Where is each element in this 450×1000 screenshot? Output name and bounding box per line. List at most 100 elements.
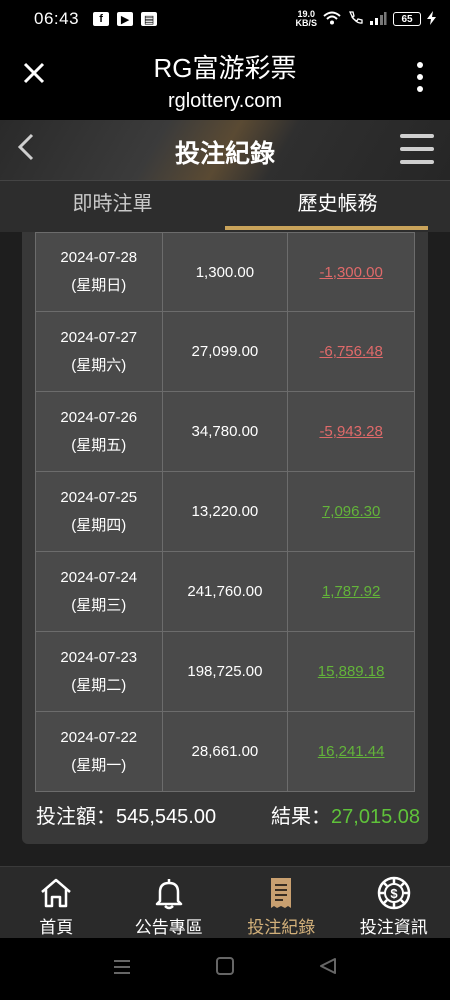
record-result-link[interactable]: 16,241.44 [318, 743, 385, 760]
nav-bet-info[interactable]: $ 投注資訊 [338, 867, 450, 938]
home-system-button[interactable] [215, 956, 235, 982]
kebab-dot [417, 62, 423, 68]
back-system-button[interactable] [318, 956, 338, 982]
network-speed: 19.0 KB/S [295, 10, 317, 28]
table-row: 2024-07-27 (星期六) 27,099.00 -6,756.48 [35, 311, 415, 392]
bell-icon [155, 879, 182, 910]
bet-total-value: 545,545.00 [116, 806, 217, 828]
record-date: 2024-07-28 [60, 249, 138, 266]
record-weekday: (星期二) [71, 676, 127, 694]
hamburger-menu-button[interactable] [400, 134, 434, 164]
bet-total: 投注額：545,545.00 [36, 800, 216, 830]
record-result-cell: -5,943.28 [287, 391, 415, 472]
record-bet-amount: 28,661.00 [161, 711, 289, 792]
youtube-icon: ▶ [117, 12, 134, 26]
battery-level: 65 [401, 13, 413, 25]
record-result-link[interactable]: -5,943.28 [319, 423, 382, 440]
record-bet-amount: 241,760.00 [161, 551, 289, 632]
news-icon: ▤ [141, 12, 158, 26]
notification-icons: f ▶ ▤ [93, 12, 158, 26]
tab-history[interactable]: 歷史帳務 [225, 181, 450, 232]
nav-bet-info-label: 投注資訊 [359, 918, 428, 937]
result-total: 結果：27,015.08 [271, 800, 420, 830]
result-total-label: 結果： [271, 806, 332, 828]
page-header: 投注紀錄 [0, 120, 450, 180]
record-date-cell: 2024-07-23 (星期二) [35, 631, 163, 712]
charging-icon [427, 10, 436, 28]
battery-indicator: 65 [393, 12, 421, 26]
wifi-icon [323, 11, 341, 28]
records-table: 2024-07-28 (星期日) 1,300.00 -1,300.00 2024-07-… [35, 232, 415, 792]
record-result-link[interactable]: -1,300.00 [319, 264, 382, 281]
page-title: 投注紀錄 [174, 140, 275, 168]
record-weekday: (星期四) [71, 516, 127, 534]
record-date: 2024-07-26 [60, 408, 138, 426]
records-content: 2024-07-28 (星期日) 1,300.00 -1,300.00 2024-07-… [0, 232, 450, 866]
back-triangle-icon [320, 958, 337, 974]
record-result-link[interactable]: 7,096.30 [322, 503, 380, 520]
tab-live-bets[interactable]: 即時注單 [0, 181, 225, 232]
result-total-value: 27,015.08 [331, 806, 420, 828]
record-date-cell: 2024-07-27 (星期六) [35, 311, 163, 392]
status-time: 06:43 [34, 9, 80, 28]
record-date-cell: 2024-07-28 (星期日) [35, 232, 163, 312]
receipt-icon [271, 878, 292, 908]
summary-row: 投注額：545,545.00 結果：27,015.08 [36, 800, 420, 830]
nav-home[interactable]: 首頁 [0, 867, 113, 938]
record-date: 2024-07-27 [60, 328, 138, 346]
record-date: 2024-07-24 [60, 568, 138, 586]
record-result-link[interactable]: -6,756.48 [319, 343, 382, 360]
record-weekday: (星期三) [71, 596, 127, 614]
record-result-cell: 15,889.18 [287, 631, 415, 712]
browser-bar: RG富游彩票 rglottery.com [0, 38, 450, 120]
recent-apps-button[interactable] [112, 956, 132, 982]
network-speed-unit: KB/S [295, 18, 317, 28]
record-date-cell: 2024-07-24 (星期三) [35, 551, 163, 632]
record-result-cell: 1,787.92 [287, 551, 415, 632]
record-date: 2024-07-22 [60, 728, 138, 746]
menu-line [400, 134, 434, 138]
call-icon [347, 10, 363, 28]
table-row: 2024-07-24 (星期三) 241,760.00 1,787.92 [35, 551, 415, 632]
table-row: 2024-07-23 (星期二) 198,725.00 15,889.18 [35, 631, 415, 712]
nav-announcements[interactable]: 公告專區 [113, 867, 226, 938]
tab-bar: 即時注單 歷史帳務 [0, 180, 450, 232]
svg-text:$: $ [390, 886, 398, 901]
nav-bet-records[interactable]: 投注紀錄 [225, 867, 338, 938]
kebab-dot [417, 86, 423, 92]
record-date: 2024-07-25 [60, 488, 138, 506]
recents-icon [113, 960, 130, 974]
status-bar: 06:43 f ▶ ▤ 19.0 KB/S 65 [0, 0, 450, 38]
record-result-cell: 16,241.44 [287, 711, 415, 792]
browser-url: rglottery.com [167, 90, 283, 112]
records-panel: 2024-07-28 (星期日) 1,300.00 -1,300.00 2024-07-… [22, 232, 428, 844]
kebab-dot [417, 74, 423, 80]
browser-title: RG富游彩票 [153, 53, 297, 83]
table-row: 2024-07-25 (星期四) 13,220.00 7,096.30 [35, 471, 415, 552]
record-date: 2024-07-23 [60, 648, 138, 666]
record-date-cell: 2024-07-26 (星期五) [35, 391, 163, 472]
bet-total-label: 投注額： [36, 806, 116, 828]
system-nav-bar [0, 938, 450, 1000]
more-options-button[interactable] [416, 62, 424, 92]
record-result-link[interactable]: 1,787.92 [322, 583, 380, 600]
record-bet-amount: 13,220.00 [161, 471, 289, 552]
table-row: 2024-07-22 (星期一) 28,661.00 16,241.44 [35, 711, 415, 792]
menu-line [400, 160, 434, 164]
record-weekday: (星期日) [71, 277, 127, 294]
record-result-link[interactable]: 15,889.18 [318, 663, 385, 680]
table-row: 2024-07-26 (星期五) 34,780.00 -5,943.28 [35, 391, 415, 472]
home-square-icon [215, 957, 234, 975]
record-result-cell: 7,096.30 [287, 471, 415, 552]
table-row: 2024-07-28 (星期日) 1,300.00 -1,300.00 [35, 232, 415, 312]
record-bet-amount: 27,099.00 [161, 311, 289, 392]
record-weekday: (星期一) [71, 756, 127, 774]
status-right: 19.0 KB/S 65 [295, 10, 436, 28]
record-bet-amount: 1,300.00 [161, 232, 289, 312]
nav-home-label: 首頁 [39, 918, 74, 937]
home-icon [41, 878, 72, 908]
record-date-cell: 2024-07-22 (星期一) [35, 711, 163, 792]
record-result-cell: -1,300.00 [287, 232, 415, 312]
facebook-icon: f [93, 12, 110, 26]
record-bet-amount: 34,780.00 [161, 391, 289, 472]
